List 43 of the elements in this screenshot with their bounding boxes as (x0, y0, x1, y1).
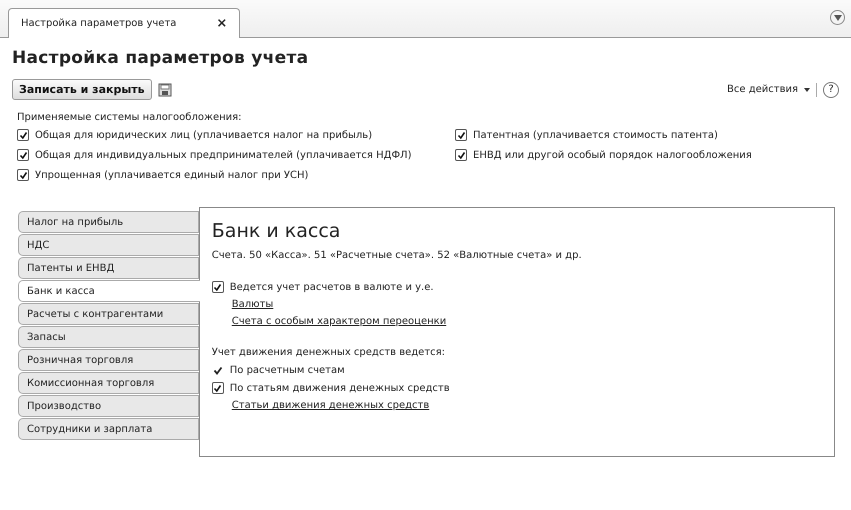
form-title: Настройка параметров учета (11, 47, 310, 68)
section-tab[interactable]: НДС (18, 234, 199, 256)
tax-systems-label: Применяемые системы налогообложения: (16, 111, 243, 125)
tab-title: Настройка параметров учета (21, 18, 176, 29)
checkbox-label: Общая для индивидуальных предпринимателей (уплачивается НДФЛ) (35, 150, 412, 160)
checkbox-label: ЕНВД или другой особый порядок налогообложения (473, 150, 752, 160)
checkbox[interactable] (17, 129, 29, 141)
section-tab[interactable]: Производство (18, 395, 199, 417)
section-tab[interactable]: Запасы (18, 326, 199, 348)
section-tab[interactable]: Патенты и ЕНВД (18, 257, 199, 279)
section-tab[interactable]: Налог на прибыль (18, 211, 199, 233)
section-tab[interactable]: Сотрудники и зарплата (18, 418, 199, 440)
checkbox[interactable] (17, 169, 29, 181)
checkbox-label: По статьям движения денежных средств (230, 382, 450, 394)
checkbox[interactable] (212, 382, 224, 394)
section-tab[interactable]: Расчеты с контрагентами (18, 303, 199, 325)
option-label: По расчетным счетам (230, 364, 345, 376)
checkbox-label: Упрощенная (уплачивается единый налог при УСН) (35, 170, 308, 180)
panel-title: Банк и касса (212, 220, 342, 242)
save-icon[interactable] (158, 82, 172, 96)
checkbox[interactable] (212, 281, 224, 293)
checkbox[interactable] (455, 149, 467, 161)
checkbox[interactable] (455, 129, 467, 141)
link[interactable]: Статьи движения денежных средств (232, 400, 430, 411)
all-actions-menu[interactable]: Все действия (727, 84, 798, 95)
panel-text: Учет движения денежных средств ведется: (212, 347, 446, 358)
panel-text: Счета. 50 «Касса». 51 «Расчетные счета». 52 «Валютные счета» и др. (212, 250, 583, 261)
checkbox-label: Ведется учет расчетов в валюте и у.е. (230, 282, 434, 292)
caret-icon[interactable] (804, 88, 810, 92)
check-icon[interactable] (212, 364, 224, 376)
help-icon[interactable]: ? (823, 82, 839, 98)
save-close-button[interactable]: Записать и закрыть (12, 79, 152, 100)
section-tab[interactable]: Розничная торговля (18, 349, 199, 371)
close-icon[interactable]: × (216, 16, 228, 31)
checkbox-label: Патентная (уплачивается стоимость патента) (473, 130, 718, 140)
document-tab[interactable]: Настройка параметров учета × (8, 8, 240, 38)
section-tab[interactable]: Банк и касса (18, 280, 200, 302)
checkbox[interactable] (17, 149, 29, 161)
link[interactable]: Валюты (232, 299, 274, 310)
section-tab[interactable]: Комиссионная торговля (18, 372, 199, 394)
dropdown-icon[interactable] (830, 10, 845, 25)
checkbox-label: Общая для юридических лиц (уплачивается налог на прибыль) (35, 130, 372, 140)
link[interactable]: Счета с особым характером переоценки (232, 316, 446, 327)
